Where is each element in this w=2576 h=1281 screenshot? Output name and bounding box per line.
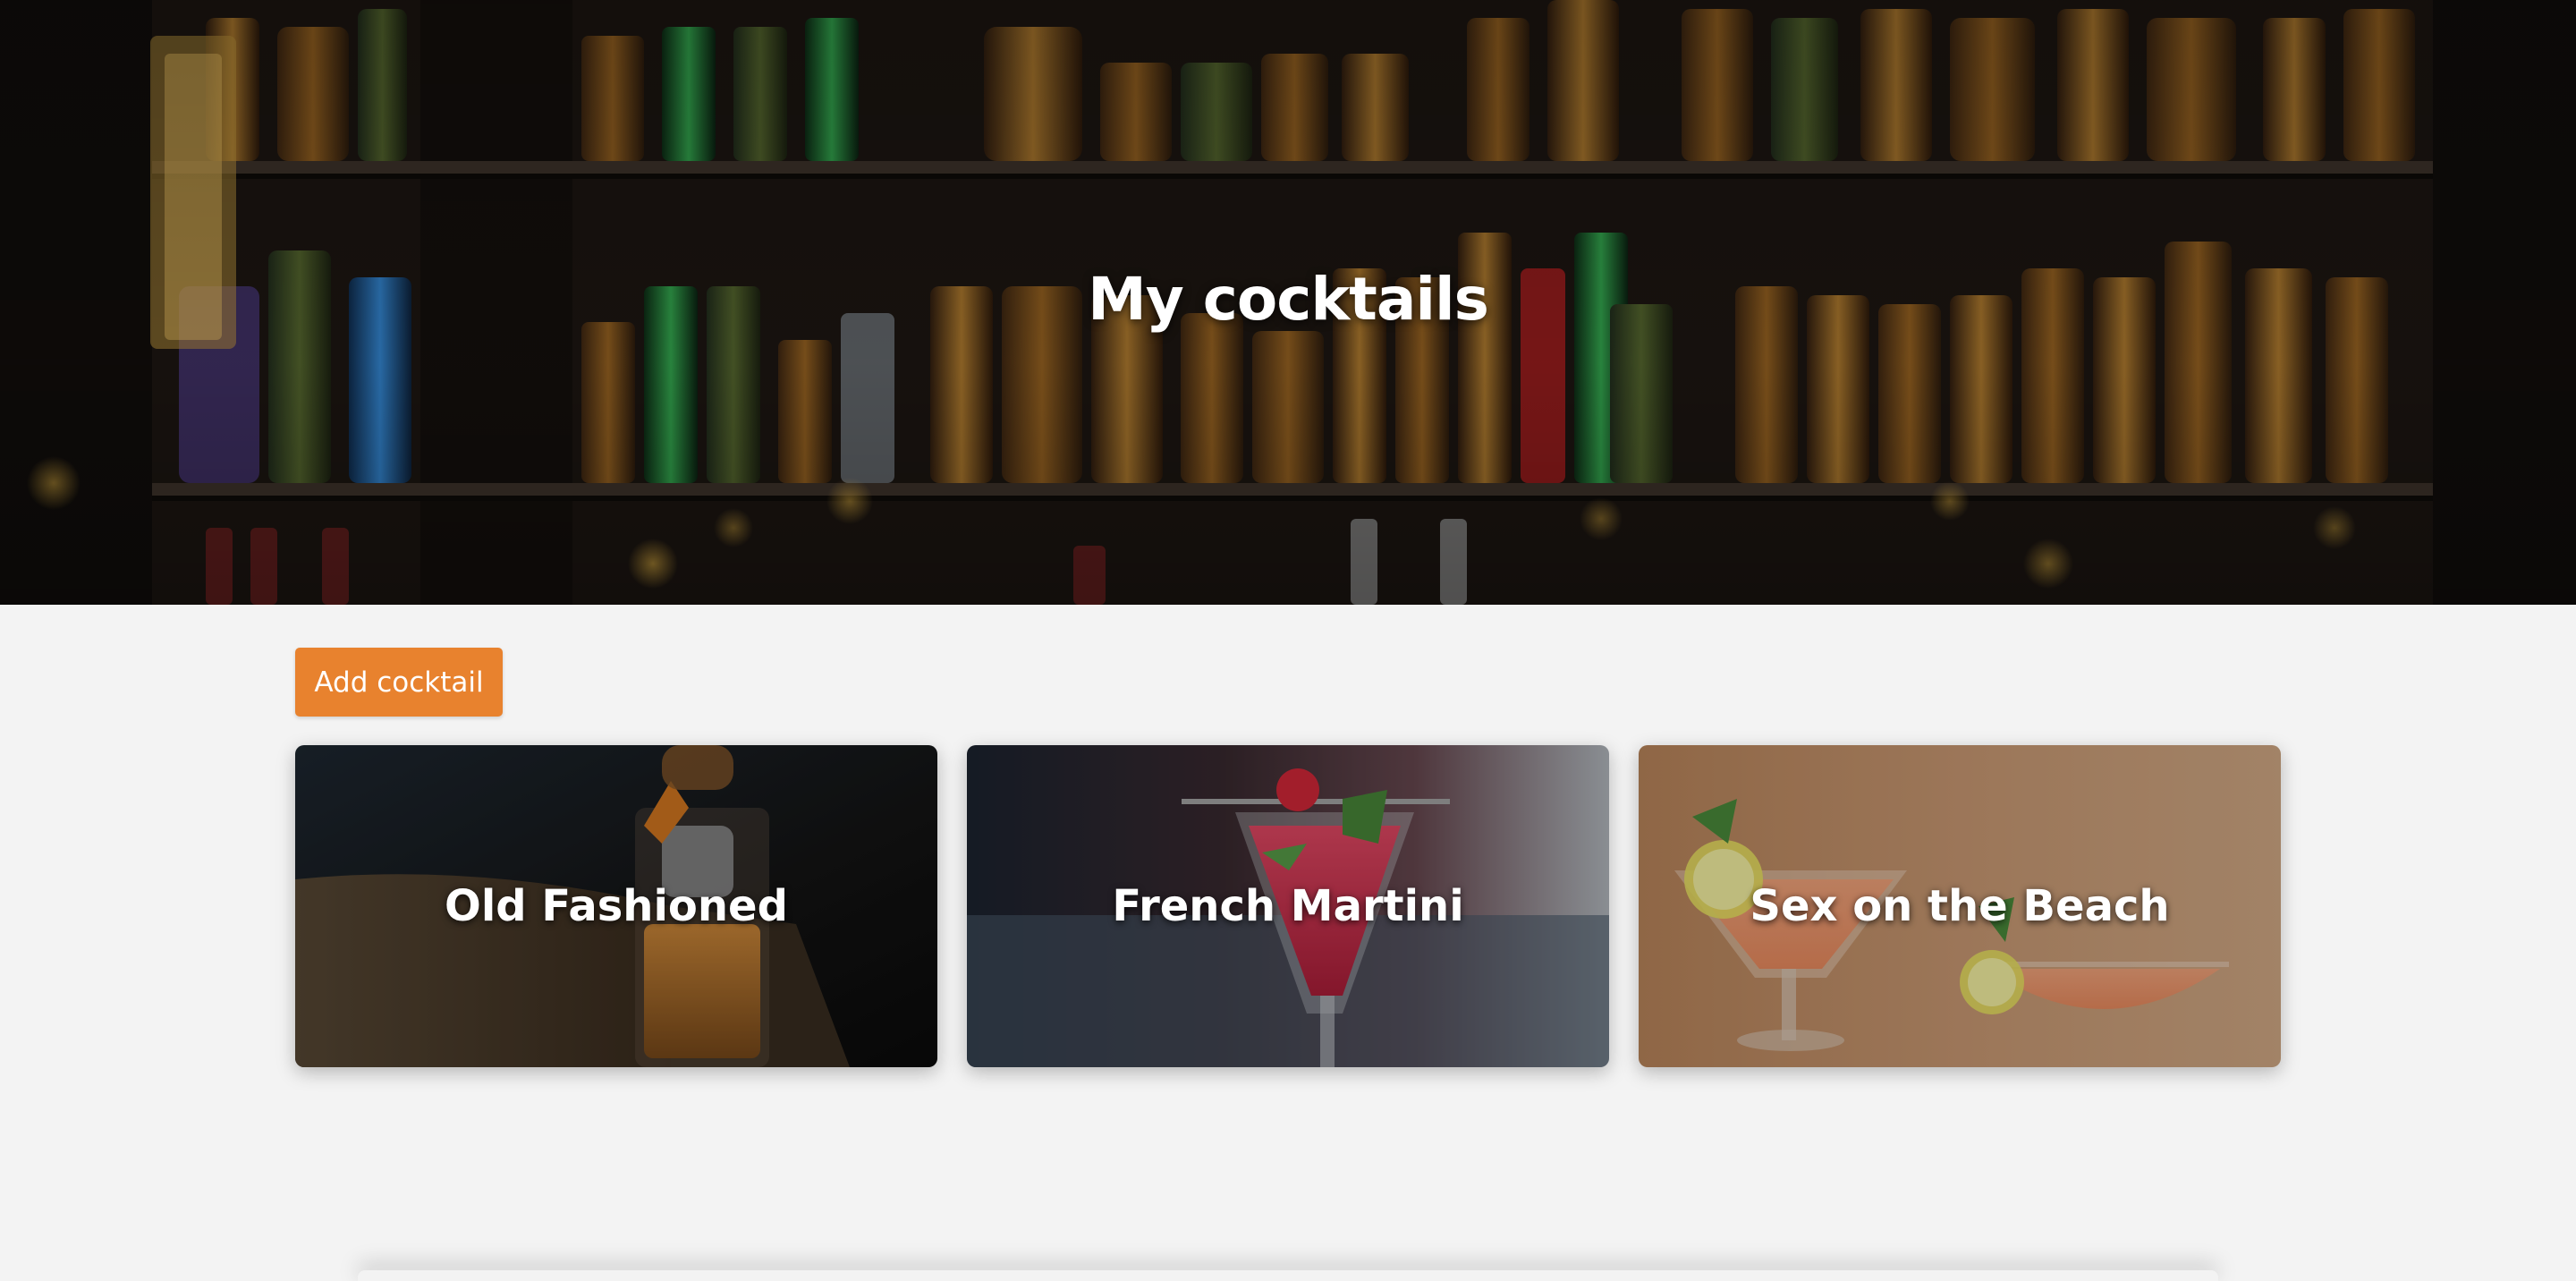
page-title: My cocktails: [1088, 265, 1489, 334]
cocktail-card-title: Sex on the Beach: [1750, 881, 2170, 931]
add-cocktail-button[interactable]: Add cocktail: [295, 648, 503, 717]
cocktail-card-french-martini[interactable]: French Martini: [967, 745, 1609, 1067]
cocktail-card-title: French Martini: [1112, 881, 1464, 931]
hero-banner: My cocktails: [0, 0, 2576, 605]
cocktail-card-title: Old Fashioned: [445, 881, 788, 931]
footer-panel-edge: [358, 1270, 2218, 1281]
cocktail-card-sex-on-the-beach[interactable]: Sex on the Beach: [1639, 745, 2281, 1067]
cocktail-card-old-fashioned[interactable]: Old Fashioned: [295, 745, 937, 1067]
cocktail-grid: Old Fashioned French Martini Sex on the …: [295, 745, 2281, 1067]
